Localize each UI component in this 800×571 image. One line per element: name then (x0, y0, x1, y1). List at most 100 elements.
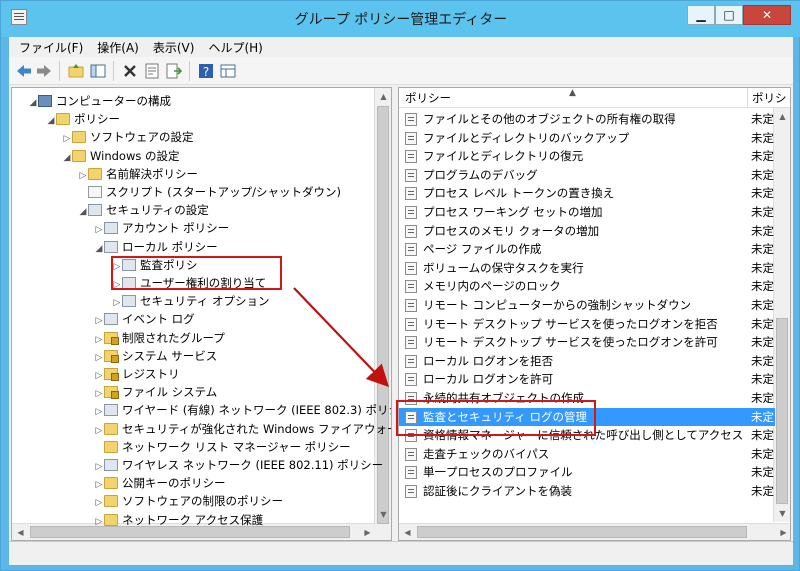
policy-row[interactable]: プロセス ワーキング セットの増加 未定 (399, 203, 775, 222)
scroll-down-arrow-icon[interactable]: ▼ (774, 505, 790, 522)
scroll-right-arrow-icon[interactable]: ▶ (359, 524, 376, 540)
tree-node-label: 制限されたグループ (122, 330, 225, 345)
policy-row[interactable]: リモート デスクトップ サービスを使ったログオンを拒否 未定 (399, 315, 775, 334)
policy-row[interactable]: ファイルとディレクトリの復元 未定 (399, 147, 775, 166)
back-arrow-icon[interactable] (15, 62, 33, 80)
tree-node[interactable]: ▷ ネットワーク アクセス保護 (94, 511, 264, 531)
scroll-thumb[interactable] (417, 526, 747, 538)
help-icon[interactable]: ? (197, 62, 215, 80)
scroll-up-arrow-icon[interactable]: ▲ (375, 88, 391, 105)
policy-row[interactable]: プロセスのメモリ クォータの増加 未定 (399, 222, 775, 241)
expanded-arrow-icon[interactable]: ◢ (62, 149, 72, 167)
list-vertical-scrollbar[interactable]: ▲ ▼ (773, 108, 790, 522)
menu-bar: ファイル(F) 操作(A) 表示(V) ヘルプ(H) (9, 37, 793, 57)
policy-row[interactable]: ローカル ログオンを許可 未定 (399, 370, 775, 389)
minimize-button[interactable]: ▁ (687, 5, 715, 25)
delete-icon[interactable] (121, 62, 139, 80)
policy-row[interactable]: 認証後にクライアントを偽装 未定 (399, 482, 775, 501)
maximize-button[interactable]: □ (715, 5, 743, 25)
scroll-up-arrow-icon[interactable]: ▲ (774, 108, 790, 125)
locked-folder-icon (104, 386, 119, 400)
policy-setting-icon (405, 485, 417, 498)
policy-row[interactable]: メモリ内のページのロック 未定 (399, 277, 775, 296)
policy-row[interactable]: リモート コンピューターからの強制シャットダウン 未定 (399, 296, 775, 315)
tree-node[interactable]: ▷ 公開キーのポリシー (94, 474, 226, 492)
tree-node[interactable]: ▷ アカウント ポリシー (94, 219, 230, 237)
menu-action[interactable]: 操作(A) (97, 39, 139, 56)
policy-row[interactable]: リモート デスクトップ サービスを使ったログオンを許可 未定 (399, 333, 775, 352)
expanded-arrow-icon[interactable]: ◢ (78, 203, 88, 221)
policy-row[interactable]: 走査チェックのバイパス 未定 (399, 445, 775, 464)
policy-row[interactable]: 単一プロセスのプロファイル 未定 (399, 463, 775, 482)
forward-arrow-icon[interactable] (35, 62, 53, 80)
tree-node[interactable]: ▷ ワイヤレス ネットワーク (IEEE 802.11) ポリシー (94, 456, 384, 474)
tree-node-label: アカウント ポリシー (122, 221, 230, 236)
policy-setting-icon (405, 317, 417, 331)
tree-node[interactable]: ▷ セキュリティ オプション (112, 292, 270, 310)
column-header-setting[interactable]: ポリシ (747, 88, 787, 108)
list-horizontal-scrollbar[interactable]: ◀ ▶ (399, 523, 790, 540)
tree-node[interactable]: ▷ レジストリ (94, 365, 180, 383)
policy-setting-icon (405, 373, 417, 387)
scroll-right-arrow-icon[interactable]: ▶ (775, 524, 790, 540)
policy-row[interactable]: プログラムのデバッグ 未定 (399, 166, 775, 185)
tree-node[interactable]: ▷ ソフトウェアの設定 (62, 128, 194, 146)
tree-node[interactable]: ▷ ワイヤード (有線) ネットワーク (IEEE 802.3) ポリシ (94, 401, 391, 419)
tree-node-label: ポリシー (74, 112, 120, 127)
policy-row[interactable]: ファイルとその他のオブジェクトの所有権の取得 未定 (399, 110, 775, 129)
tree-node[interactable]: ネットワーク リスト マネージャー ポリシー (94, 438, 351, 456)
scroll-thumb[interactable] (776, 318, 788, 504)
tree-node[interactable]: スクリプト (スタートアップ/シャットダウン) (78, 183, 341, 201)
annotation-box-audit-log (396, 400, 596, 436)
tree-node[interactable]: ◢ ローカル ポリシー (94, 238, 218, 256)
tree-node[interactable]: ▷ イベント ログ (94, 310, 195, 328)
scroll-left-arrow-icon[interactable]: ◀ (399, 524, 416, 540)
tree-node-label: 名前解決ポリシー (106, 166, 198, 181)
policy-setting-value: 未定 (751, 353, 774, 368)
tree-node[interactable]: ▷ ファイル システム (94, 383, 217, 401)
tree-node[interactable]: ▷ セキュリティが強化された Windows ファイアウォール (94, 420, 391, 438)
view-icon[interactable] (219, 62, 237, 80)
scroll-left-arrow-icon[interactable]: ◀ (12, 524, 29, 540)
tree-node[interactable]: ▷ ソフトウェアの制限のポリシー (94, 492, 283, 510)
menu-view[interactable]: 表示(V) (153, 39, 195, 56)
folder-icon (56, 113, 70, 126)
expanded-arrow-icon[interactable]: ◢ (46, 112, 56, 130)
collapsed-arrow-icon[interactable]: ▷ (94, 513, 104, 531)
tree-node[interactable]: ◢ セキュリティの設定 (78, 201, 209, 219)
expanded-arrow-icon[interactable]: ◢ (28, 94, 38, 112)
properties-icon[interactable] (143, 62, 161, 80)
close-button[interactable]: ✕ (743, 5, 791, 25)
tree-node[interactable]: ▷ 名前解決ポリシー (78, 165, 198, 183)
policy-row[interactable]: ファイルとディレクトリのバックアップ 未定 (399, 129, 775, 148)
policy-list-pane: ポリシー ▲ ポリシ ▲ ▼ ◀ ▶ ファイルとその他のオブジェクトの所有権の取… (398, 87, 791, 541)
expanded-arrow-icon[interactable]: ◢ (94, 240, 104, 258)
show-hide-tree-icon[interactable] (89, 62, 107, 80)
tree-node[interactable]: ▷ システム サービス (94, 347, 217, 365)
tree-pane: ▲ ▼ ◀ ▶ ◢ コンピューターの構成 ◢ ポリシー ▷ ソフトウェアの設定 ◢ Windo… (11, 87, 392, 541)
up-folder-icon[interactable] (67, 62, 85, 80)
scroll-down-arrow-icon[interactable]: ▼ (375, 506, 391, 523)
tree-node[interactable]: ◢ ポリシー (46, 110, 120, 128)
tree-node[interactable]: ◢ コンピューターの構成 (28, 92, 171, 110)
policy-row[interactable]: ボリュームの保守タスクを実行 未定 (399, 259, 775, 278)
menu-help[interactable]: ヘルプ(H) (208, 39, 262, 56)
column-header-policy[interactable]: ポリシー (405, 88, 451, 108)
tree-node-label: イベント ログ (122, 312, 195, 327)
policy-row[interactable]: ページ ファイルの作成 未定 (399, 240, 775, 259)
policy-name: プロセスのメモリ クォータの増加 (423, 223, 600, 238)
tree-node[interactable]: ◢ Windows の設定 (62, 147, 180, 165)
title-bar[interactable]: グループ ポリシー管理エディター ▁ □ ✕ (1, 1, 800, 37)
menu-file[interactable]: ファイル(F) (19, 39, 83, 56)
toolbar-separator (189, 61, 190, 81)
tree-node-label: コンピューターの構成 (56, 94, 171, 108)
policy-icon (104, 313, 118, 326)
tree-node-label: ソフトウェアの設定 (90, 130, 194, 145)
tree-node-label: 公開キーのポリシー (122, 476, 226, 491)
tree-node-label: レジストリ (122, 367, 180, 381)
policy-row[interactable]: ローカル ログオンを拒否 未定 (399, 352, 775, 371)
tree-node[interactable]: ▷ 制限されたグループ (94, 329, 225, 347)
policy-row[interactable]: プロセス レベル トークンの置き換え 未定 (399, 184, 775, 203)
tree-node-label: ソフトウェアの制限のポリシー (122, 494, 283, 509)
export-list-icon[interactable] (165, 62, 183, 80)
